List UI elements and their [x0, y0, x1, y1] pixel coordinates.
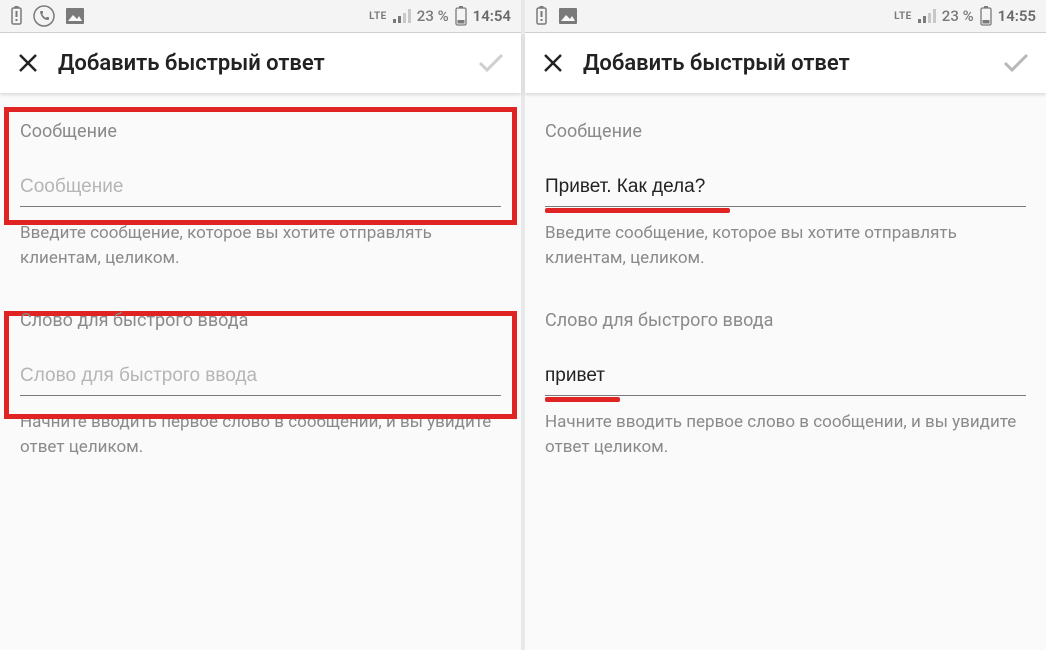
message-label: Сообщение — [20, 121, 501, 142]
image-icon — [558, 7, 578, 25]
close-button[interactable] — [16, 51, 40, 75]
message-helper: Введите сообщение, которое вы хотите отп… — [545, 221, 1026, 270]
status-bar: LTE 23 % 14:54 — [0, 0, 521, 32]
page-title: Добавить быстрый ответ — [583, 51, 984, 76]
status-bar: LTE 23 % 14:55 — [525, 0, 1046, 32]
image-icon — [65, 7, 85, 25]
signal-icon — [918, 9, 936, 23]
battery-percent: 23 % — [417, 7, 449, 25]
phone-right: LTE 23 % 14:55 Добавить быстрый ответ Со… — [525, 0, 1046, 650]
form-content: Сообщение Введите сообщение, которое вы … — [0, 93, 521, 650]
app-bar: Добавить быстрый ответ — [0, 33, 521, 93]
shortcut-field-block: Слово для быстрого ввода — [545, 310, 1026, 396]
shortcut-field-block: Слово для быстрого ввода — [20, 310, 501, 396]
confirm-button[interactable] — [477, 49, 505, 77]
lte-icon: LTE — [369, 11, 387, 22]
phone-left: LTE 23 % 14:54 Добавить быстрый ответ Со… — [0, 0, 521, 650]
battery-warning-icon — [10, 6, 23, 26]
clock-time: 14:55 — [998, 7, 1036, 25]
app-bar: Добавить быстрый ответ — [525, 33, 1046, 93]
shortcut-helper: Начните вводить первое слово в сообщении… — [545, 410, 1026, 459]
page-title: Добавить быстрый ответ — [58, 51, 459, 76]
highlight-underline-shortcut — [545, 397, 620, 402]
battery-icon — [455, 6, 467, 26]
message-input[interactable] — [545, 172, 1026, 207]
battery-warning-icon — [535, 6, 548, 26]
form-content: Сообщение Введите сообщение, которое вы … — [525, 93, 1046, 650]
highlight-underline-message — [545, 208, 730, 213]
close-button[interactable] — [541, 51, 565, 75]
shortcut-helper: Начните вводить первое слово в сообщении… — [20, 410, 501, 459]
message-label: Сообщение — [545, 121, 1026, 142]
shortcut-input[interactable] — [20, 361, 501, 396]
battery-percent: 23 % — [942, 7, 974, 25]
message-field-block: Сообщение — [20, 121, 501, 207]
viber-icon — [33, 5, 55, 27]
signal-icon — [393, 9, 411, 23]
clock-time: 14:54 — [473, 7, 511, 25]
confirm-button[interactable] — [1002, 49, 1030, 77]
battery-icon — [980, 6, 992, 26]
shortcut-input[interactable] — [545, 361, 1026, 396]
lte-icon: LTE — [894, 11, 912, 22]
message-helper: Введите сообщение, которое вы хотите отп… — [20, 221, 501, 270]
shortcut-label: Слово для быстрого ввода — [545, 310, 1026, 331]
shortcut-label: Слово для быстрого ввода — [20, 310, 501, 331]
message-field-block: Сообщение — [545, 121, 1026, 207]
message-input[interactable] — [20, 172, 501, 207]
